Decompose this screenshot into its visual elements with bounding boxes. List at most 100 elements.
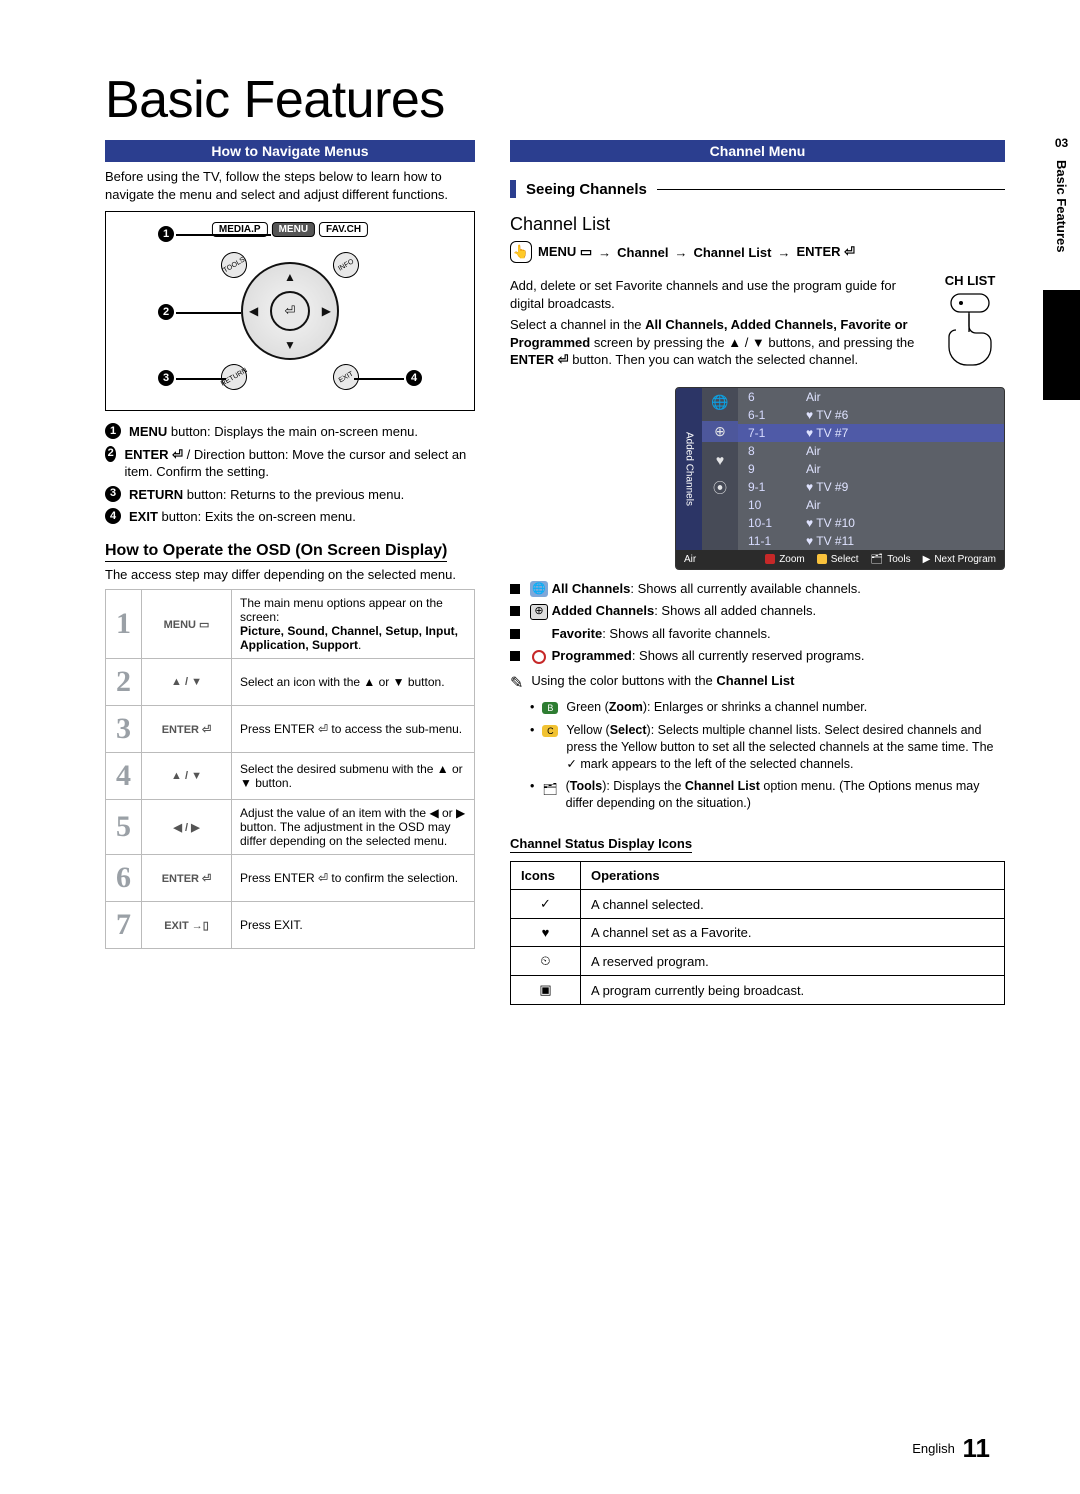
favorite-channels-icon: ♥ — [716, 452, 724, 468]
channel-list-panel: Added Channels 🌐 ⊕ ♥ ⦿ 6Air6-1♥ TV #67-1… — [675, 387, 1005, 570]
color-item-text: Yellow (Select): Selects multiple channe… — [566, 722, 1005, 773]
dpad-right-icon: ▶ — [322, 304, 331, 318]
bullet-icon — [510, 651, 520, 661]
color-item-text: Green (Zoom): Enlarges or shrinks a chan… — [566, 699, 867, 716]
osd-step-table: 1 MENU ▭ The main menu options appear on… — [105, 589, 475, 949]
bullet-icon — [510, 629, 520, 639]
bullet-icon — [510, 584, 520, 594]
return-corner-icon: RETURN — [216, 359, 252, 395]
callout-2: 2 — [158, 304, 174, 320]
page-footer: English 11 — [912, 1433, 990, 1464]
callout-list: 1 MENU button: Displays the main on-scre… — [105, 423, 475, 526]
step-button: ENTER ⏎ — [142, 855, 232, 902]
note-icon: ✎ — [510, 673, 523, 693]
channel-row: 10-1♥ TV #10 — [738, 514, 1004, 532]
added-channels-icon: ⊕ — [702, 421, 738, 442]
step-desc: Press ENTER ⏎ to confirm the selection. — [232, 855, 475, 902]
channel-row: 6Air — [738, 388, 1004, 406]
step-button: EXIT →▯ — [142, 902, 232, 949]
legend-select: Select — [831, 554, 859, 565]
panel-footer-left: Air — [684, 554, 696, 565]
callout-1: 1 — [158, 226, 174, 242]
ch-list-label: CH LIST — [935, 273, 1005, 288]
panel-tab: Added Channels — [676, 388, 702, 550]
callout-bullet: 2 — [105, 446, 116, 462]
callout-bullet: 4 — [105, 508, 121, 524]
dpad: ▲ ▼ ◀ ▶ ⏎ — [241, 262, 339, 360]
step-number: 2 — [106, 659, 142, 706]
callout-3: 3 — [158, 370, 174, 386]
menu-path: 👆 MENU ▭ → Channel → Channel List → ENTE… — [510, 241, 1005, 263]
path-enter: ENTER ⏎ — [796, 244, 855, 260]
exit-corner-icon: EXIT — [328, 359, 364, 395]
panel-category-icons: 🌐 ⊕ ♥ ⦿ — [702, 388, 738, 550]
dpad-down-icon: ▼ — [284, 338, 296, 352]
step-desc: Press ENTER ⏎ to access the sub-menu. — [232, 706, 475, 753]
callout-text: EXIT button: Exits the on-screen menu. — [129, 508, 356, 526]
color-item-text: (Tools): Displays the Channel List optio… — [566, 778, 1005, 812]
chlist-desc2: Select a channel in the All Channels, Ad… — [510, 316, 921, 369]
seeing-channels-heading: Seeing Channels — [510, 180, 1005, 198]
footer-page: 11 — [963, 1433, 991, 1463]
status-op: A program currently being broadcast. — [581, 976, 1005, 1005]
nav-intro: Before using the TV, follow the steps be… — [105, 168, 475, 203]
channel-category-list: 🌐 All Channels: Shows all currently avai… — [510, 580, 1005, 665]
step-desc: Adjust the value of an item with the ◀ o… — [232, 800, 475, 855]
step-desc: Press EXIT. — [232, 902, 475, 949]
status-icon: ▣ — [511, 976, 581, 1005]
step-button: ENTER ⏎ — [142, 706, 232, 753]
step-number: 1 — [106, 590, 142, 659]
step-number: 5 — [106, 800, 142, 855]
channel-menu-bar: Channel Menu — [510, 140, 1005, 162]
page-title: Basic Features — [105, 70, 1005, 130]
channel-list-heading: Channel List — [510, 214, 1005, 235]
callout-bullet: 3 — [105, 486, 121, 502]
legend-tools: Tools — [887, 554, 910, 565]
all-channels-icon: 🌐 — [711, 394, 728, 411]
status-icon: ⏲ — [511, 947, 581, 976]
osd-heading: How to Operate the OSD (On Screen Displa… — [105, 542, 447, 562]
path-menu: MENU ▭ — [538, 244, 592, 260]
bullet-icon — [510, 606, 520, 616]
step-desc: The main menu options appear on the scre… — [232, 590, 475, 659]
section-tab-black — [1043, 290, 1080, 400]
channel-row: 9Air — [738, 460, 1004, 478]
remote-menu-btn: MENU — [272, 222, 315, 237]
bullet-text: ⊕ Added Channels: Shows all added channe… — [530, 602, 816, 620]
path-channel: Channel — [617, 245, 668, 260]
callout-bullet: 1 — [105, 423, 121, 439]
callout-4: 4 — [406, 370, 422, 386]
step-button: ◀ / ▶ — [142, 800, 232, 855]
nav-menus-bar: How to Navigate Menus — [105, 140, 475, 162]
pressing-hand-icon — [939, 292, 1001, 366]
channel-row: 8Air — [738, 442, 1004, 460]
legend-next: Next Program — [934, 554, 996, 565]
callout-text: RETURN button: Returns to the previous m… — [129, 486, 404, 504]
legend-zoom: Zoom — [779, 554, 805, 565]
status-op: A reserved program. — [581, 947, 1005, 976]
bullet-text: ♥ Favorite: Shows all favorite channels. — [530, 625, 771, 643]
ch-list-press: CH LIST — [935, 273, 1005, 366]
programmed-icon: ⦿ — [713, 478, 727, 498]
bullet-text: 🌐 All Channels: Shows all currently avai… — [530, 580, 861, 598]
hand-icon: 👆 — [510, 241, 532, 263]
step-number: 4 — [106, 753, 142, 800]
panel-footer: Air Zoom Select 🗂Tools ▶Next Program — [676, 550, 1004, 569]
channel-row: 6-1♥ TV #6 — [738, 406, 1004, 424]
remote-diagram: MEDIA.P MENU FAV.CH ▲ ▼ ◀ ▶ ⏎ TOOLS I — [105, 211, 475, 411]
status-op: A channel set as a Favorite. — [581, 919, 1005, 947]
channel-row: 10Air — [738, 496, 1004, 514]
seeing-channels-label: Seeing Channels — [526, 181, 647, 198]
step-button: ▲ / ▼ — [142, 659, 232, 706]
status-op: A channel selected. — [581, 890, 1005, 919]
bullet-text: Programmed: Shows all currently reserved… — [530, 647, 864, 665]
channel-row: 9-1♥ TV #9 — [738, 478, 1004, 496]
callout-text: MENU button: Displays the main on-screen… — [129, 423, 418, 441]
section-label: Basic Features — [1054, 160, 1069, 253]
yellow-button-icon: C — [542, 725, 558, 737]
status-icons-table: Icons Operations ✓A channel selected.♥A … — [510, 861, 1005, 1005]
green-button-icon: B — [542, 702, 558, 714]
dpad-enter-icon: ⏎ — [270, 291, 310, 331]
step-number: 3 — [106, 706, 142, 753]
status-icons-heading: Channel Status Display Icons — [510, 836, 692, 853]
